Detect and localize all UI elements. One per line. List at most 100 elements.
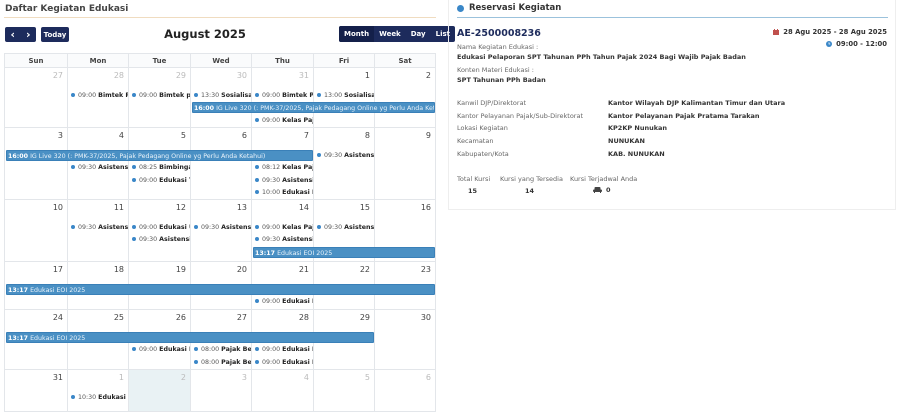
day-number[interactable]: 20 [237,265,247,274]
prev-button[interactable]: ‹ [10,28,15,41]
day-number[interactable]: 24 [53,313,63,322]
calendar-event[interactable]: 09:30 Asistensi Pe [130,234,190,245]
calendar-event[interactable]: 08:00 Pajak Bertu [192,344,251,355]
day-number[interactable]: 29 [176,71,186,80]
day-number[interactable]: 27 [53,71,63,80]
day-cell[interactable]: 4 [252,370,314,411]
day-cell[interactable]: 10 [5,200,68,261]
day-number[interactable]: 12 [176,203,186,212]
day-number[interactable]: 8 [365,131,370,140]
calendar-event[interactable]: 09:30 Asistensi Pe [69,162,128,173]
day-number[interactable]: 22 [360,265,370,274]
calendar-event[interactable]: 13:30 Sosialisasi I [192,90,251,101]
multi-day-event[interactable]: 16:00 IG Live 320 (: PMK-37/2025, Pajak … [192,102,435,114]
calendar-event[interactable]: 09:00 Bimtek Pel [253,90,313,101]
calendar-event[interactable]: 09:00 Kelas Pajak [253,222,313,233]
day-number[interactable]: 28 [299,313,309,322]
day-number[interactable]: 30 [237,71,247,80]
calendar-event[interactable]: 09:30 Asistensi Pe [69,222,128,233]
calendar-event[interactable]: 09:30 Asistensi Pe [315,150,374,161]
day-cell[interactable]: 6 [191,128,252,199]
day-number[interactable]: 2 [426,71,431,80]
calendar-event[interactable]: 09:00 Edukasi Tat [130,175,190,186]
day-number[interactable]: 13 [237,203,247,212]
day-number[interactable]: 1 [365,71,370,80]
multi-day-event[interactable]: 13:17 Edukasi EOI 2025 [253,246,435,258]
next-button[interactable]: › [26,28,31,41]
calendar-event[interactable]: 09:00 Edukasi Ba [130,344,190,355]
day-cell[interactable]: 9 [375,128,436,199]
day-number[interactable]: 17 [53,265,63,274]
day-number[interactable]: 26 [176,313,186,322]
day-number[interactable]: 3 [58,131,63,140]
view-week-button[interactable]: Week [374,26,406,42]
multi-day-event[interactable]: 13:17 Edukasi EOI 2025 [6,332,374,343]
day-number[interactable]: 4 [119,131,124,140]
calendar-event[interactable]: 13:00 Sosialisasi I [315,90,374,101]
calendar-event[interactable]: 09:30 Asistensi Pe [315,222,374,233]
view-month-button[interactable]: Month [339,26,375,42]
day-number[interactable]: 11 [114,203,124,212]
calendar-event[interactable]: 08:12 Kelas Pajak [253,162,313,173]
day-number[interactable]: 6 [242,131,247,140]
day-number[interactable]: 3 [242,373,247,382]
day-number[interactable]: 27 [237,313,247,322]
nav-buttons: ‹ › [5,27,36,42]
calendar-event[interactable]: 10:30 Edukasi Pel [69,392,128,403]
calendar-event[interactable]: 09:30 Asistensi Pe [253,175,313,186]
day-cell[interactable]: 2 [375,68,436,127]
day-number[interactable]: 16 [421,203,431,212]
day-number[interactable]: 18 [114,265,124,274]
day-number[interactable]: 19 [176,265,186,274]
calendar-event[interactable]: 09:30 Asistensi Pe [253,234,313,245]
day-cell[interactable]: 30 [375,310,436,369]
calendar-event[interactable]: 09:30 Asistensi Pe [192,222,251,233]
day-number[interactable]: 28 [114,71,124,80]
view-day-button[interactable]: Day [406,26,431,42]
calendar-event[interactable]: 09:00 Kelas Pajak [253,115,313,126]
calendar-event[interactable]: 08:00 Pajak Bertu [192,357,251,368]
day-number[interactable]: 15 [360,203,370,212]
event-dot-icon [132,93,136,97]
day-number[interactable]: 4 [304,373,309,382]
day-number[interactable]: 23 [421,265,431,274]
day-cell[interactable]: 5 [314,370,375,411]
day-number[interactable]: 25 [114,313,124,322]
day-cell[interactable]: 2 [129,370,191,411]
calendar-event[interactable]: 09:00 Edukasi Pel [253,344,313,355]
week-row: 24 25 26 27 28 29 30 13:17 Edukasi EOI 2025 09:0… [5,310,436,370]
calendar-event[interactable]: 08:25 Bimbingan [130,162,190,173]
calendar-event[interactable]: 09:00 Edukasi UN [130,222,190,233]
calendar-event[interactable]: 10:00 Edukasi PPI [253,187,313,198]
calendar-event[interactable]: 09:00 Bimtek pel [130,90,190,101]
day-cell[interactable]: 8 [314,128,375,199]
day-number[interactable]: 5 [365,373,370,382]
day-cell[interactable]: 6 [375,370,436,411]
today-button[interactable]: Today [41,27,69,42]
day-number[interactable]: 31 [53,373,63,382]
day-number[interactable]: 5 [181,131,186,140]
day-cell[interactable]: 31 [5,370,68,411]
multi-day-event[interactable]: 13:17 Edukasi EOI 2025 [6,284,435,295]
calendar-event[interactable]: 09:00 Bimtek Pel [69,90,128,101]
day-cell[interactable]: 1 [68,370,129,411]
day-number[interactable]: 9 [426,131,431,140]
multi-day-event[interactable]: 16:00 IG Live 320 (: PMK-37/2025, Pajak … [6,150,313,161]
day-number[interactable]: 14 [299,203,309,212]
day-number[interactable]: 29 [360,313,370,322]
day-cell[interactable]: 3 [191,370,252,411]
day-cell[interactable]: 27 [5,68,68,127]
day-number[interactable]: 30 [421,313,431,322]
event-title: Asistensi Pe [282,236,313,244]
day-number[interactable]: 31 [299,71,309,80]
day-cell[interactable]: 3 [5,128,68,199]
calendar-event[interactable]: 09:00 Edukasi Pe [253,357,313,368]
day-number[interactable]: 1 [119,373,124,382]
calendar-event[interactable]: 09:00 Edukasi Pe [253,296,313,307]
day-number[interactable]: 2 [181,373,186,382]
event-title: Pajak Bertu [221,346,251,354]
day-number[interactable]: 6 [426,373,431,382]
day-number[interactable]: 21 [299,265,309,274]
day-number[interactable]: 7 [304,131,309,140]
day-number[interactable]: 10 [53,203,63,212]
